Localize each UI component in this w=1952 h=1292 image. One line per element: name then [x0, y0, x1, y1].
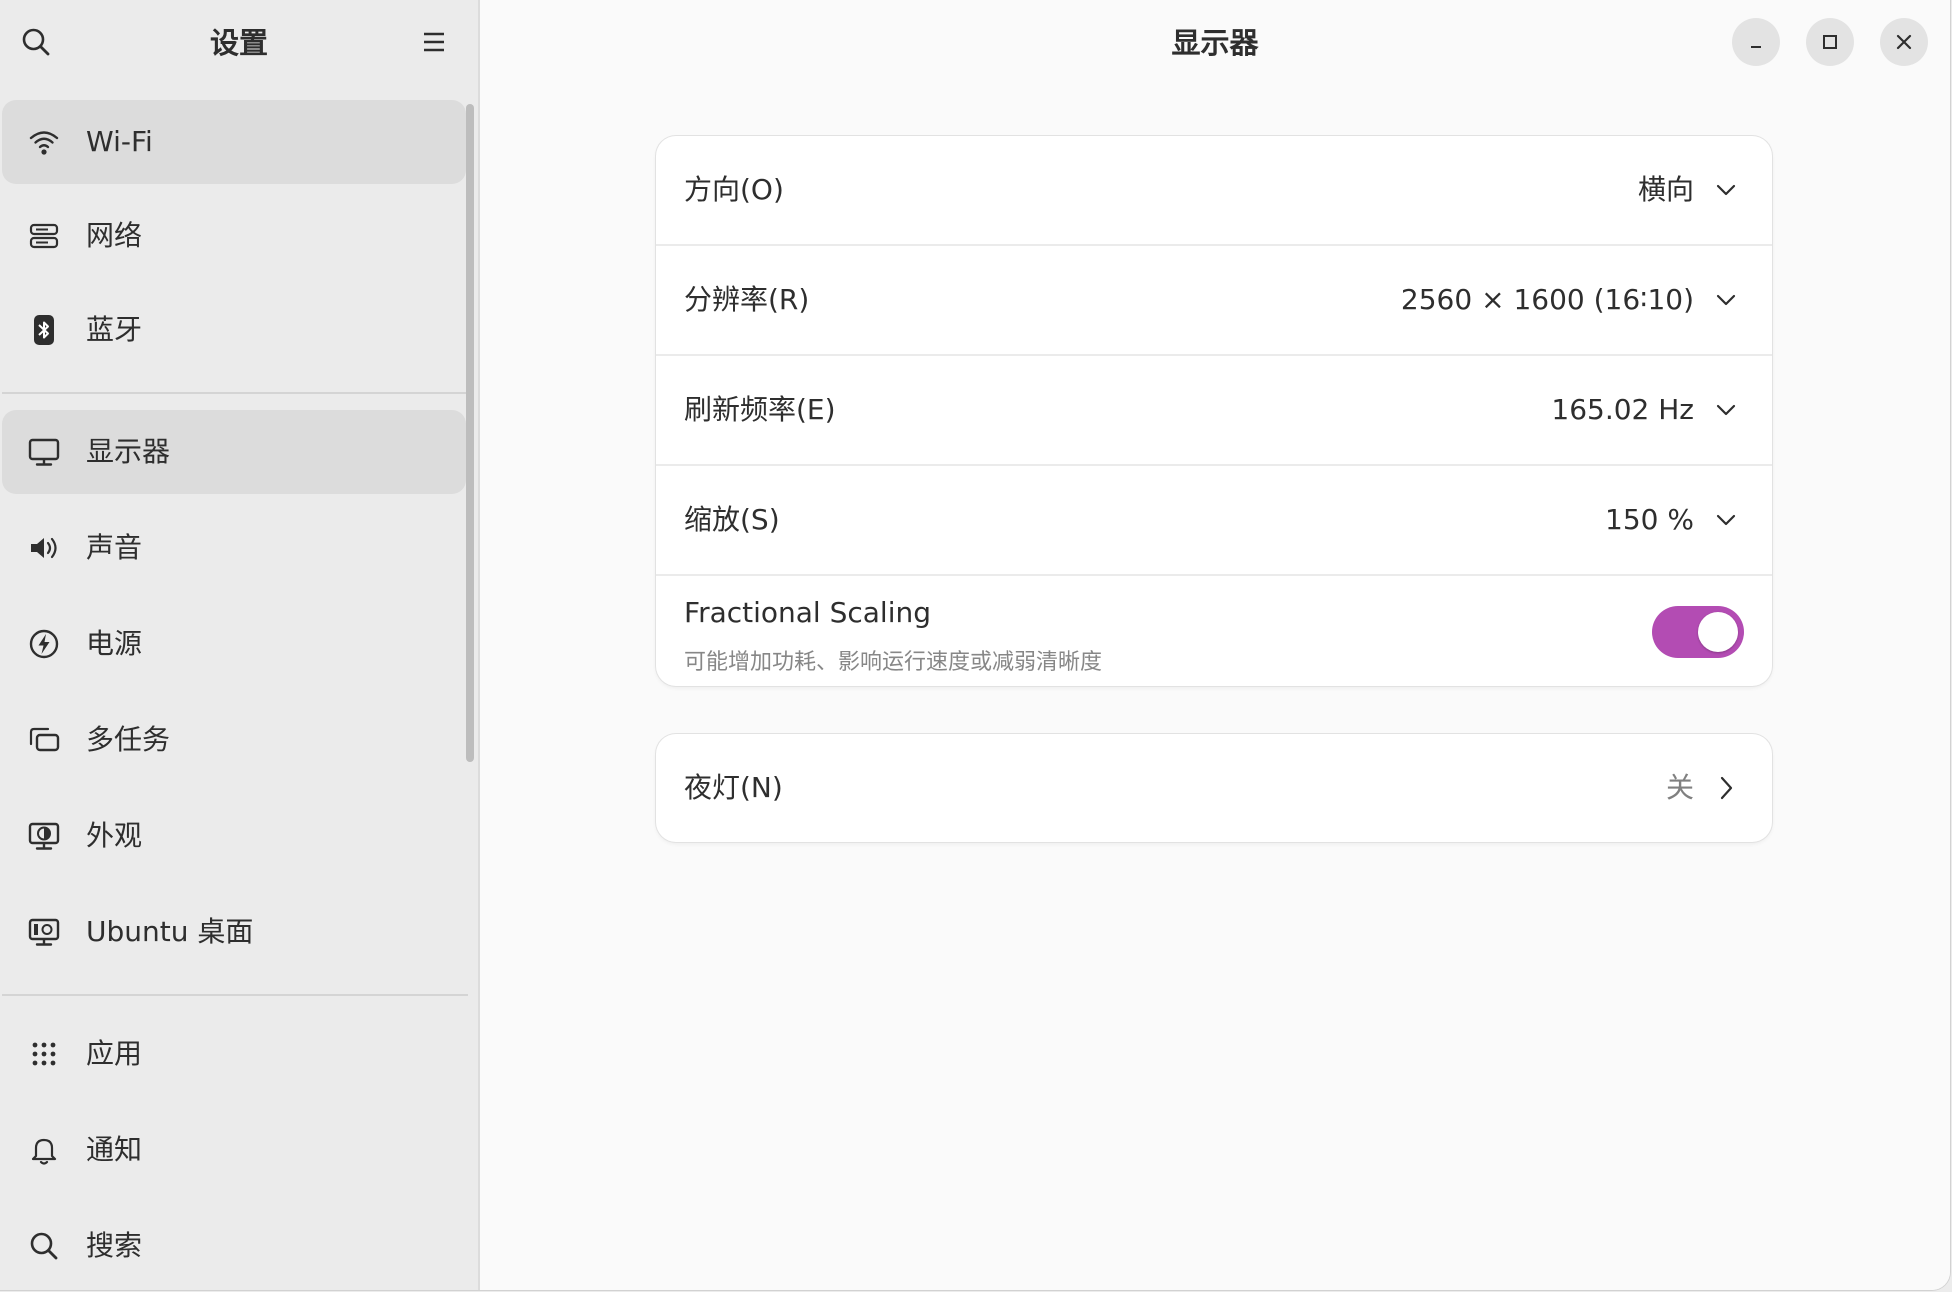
sidebar-item-label: 显示器	[86, 435, 171, 468]
sidebar-item-label: 搜索	[86, 1229, 143, 1262]
sidebar-item-search[interactable]: 搜索	[2, 1204, 466, 1288]
scale-value: 150 %	[1605, 503, 1694, 536]
resolution-value: 2560 × 1600 (16∶10)	[1400, 283, 1694, 316]
maximize-button[interactable]	[1806, 18, 1854, 66]
displays-page: 显示器 方向(O) 横向 分辨率(R) 2560 × 1600 (16∶10) …	[480, 0, 1950, 1290]
maximize-icon	[1823, 35, 1837, 49]
chevron-down-icon	[1716, 184, 1736, 196]
bluetooth-icon	[34, 315, 54, 345]
ubuntu-desktop-icon	[28, 918, 60, 946]
chevron-down-icon	[1716, 514, 1736, 526]
sidebar-separator	[2, 994, 468, 996]
fractional-scaling-subtitle: 可能增加功耗、影响运行速度或减弱清晰度	[684, 650, 1103, 675]
sidebar-item-label: 蓝牙	[86, 313, 143, 346]
sidebar-item-sound[interactable]: 声音	[2, 506, 466, 590]
sidebar-item-label: 网络	[86, 219, 143, 252]
sidebar-header: 设置	[0, 0, 478, 86]
sidebar-item-bluetooth[interactable]: 蓝牙	[2, 288, 466, 372]
settings-window: 设置 Wi-Fi 网络 蓝牙 显示器 声音 电源 多任务 外观 Ubuntu 桌…	[0, 0, 1950, 1290]
apps-grid-icon	[32, 1042, 56, 1066]
resolution-row[interactable]: 分辨率(R) 2560 × 1600 (16∶10)	[656, 246, 1772, 354]
night-light-label: 夜灯(N)	[684, 771, 783, 804]
minimize-button[interactable]	[1732, 18, 1780, 66]
sidebar-item-appearance[interactable]: 外观	[2, 794, 466, 878]
search-icon	[30, 1232, 58, 1260]
search-button[interactable]	[8, 14, 64, 70]
orientation-label: 方向(O)	[684, 173, 784, 206]
display-icon	[28, 438, 60, 466]
minimize-icon	[1751, 46, 1761, 48]
orientation-row[interactable]: 方向(O) 横向	[656, 136, 1772, 244]
bell-icon	[31, 1138, 57, 1165]
power-icon	[29, 629, 59, 659]
sidebar-scrollbar[interactable]	[466, 104, 474, 762]
refresh-rate-value: 165.02 Hz	[1551, 393, 1694, 426]
fractional-scaling-switch[interactable]	[1652, 606, 1744, 658]
sidebar-item-ubuntu-desktop[interactable]: Ubuntu 桌面	[2, 890, 466, 974]
close-icon	[1896, 34, 1912, 50]
chevron-down-icon	[1716, 294, 1736, 306]
search-icon	[22, 28, 50, 56]
close-button[interactable]	[1880, 18, 1928, 66]
hamburger-menu-icon	[424, 32, 444, 52]
multitasking-icon	[29, 727, 60, 752]
sidebar-item-label: 通知	[86, 1133, 143, 1166]
resolution-label: 分辨率(R)	[684, 283, 810, 316]
sidebar-item-network[interactable]: 网络	[2, 194, 466, 278]
sidebar-item-label: 电源	[86, 627, 143, 660]
speaker-icon	[31, 537, 57, 559]
main-menu-button[interactable]	[406, 14, 462, 70]
orientation-value: 横向	[1637, 173, 1694, 206]
sidebar-item-multitasking[interactable]: 多任务	[2, 698, 466, 782]
wifi-icon	[29, 131, 59, 155]
page-title: 显示器	[1171, 26, 1259, 60]
sidebar-item-label: 应用	[86, 1037, 143, 1070]
night-light-card: 夜灯(N) 关	[656, 734, 1772, 842]
refresh-rate-row[interactable]: 刷新频率(E) 165.02 Hz	[656, 356, 1772, 464]
night-light-row[interactable]: 夜灯(N) 关	[656, 734, 1772, 842]
network-icon	[29, 223, 59, 249]
scale-row[interactable]: 缩放(S) 150 %	[656, 466, 1772, 574]
chevron-right-icon	[1720, 776, 1733, 800]
sidebar-item-label: 声音	[86, 531, 143, 564]
sidebar-separator	[2, 392, 468, 394]
sidebar-item-notifications[interactable]: 通知	[2, 1108, 466, 1192]
sidebar-item-label: 外观	[86, 819, 143, 852]
refresh-rate-label: 刷新频率(E)	[684, 393, 836, 426]
switch-knob	[1698, 612, 1738, 652]
sidebar-item-label: Wi-Fi	[86, 125, 153, 158]
sidebar-item-displays[interactable]: 显示器	[2, 410, 466, 494]
sidebar-item-label: Ubuntu 桌面	[86, 915, 254, 948]
fractional-scaling-row: Fractional Scaling 可能增加功耗、影响运行速度或减弱清晰度	[656, 576, 1772, 686]
sidebar: 设置 Wi-Fi 网络 蓝牙 显示器 声音 电源 多任务 外观 Ubuntu 桌…	[0, 0, 480, 1290]
sidebar-item-power[interactable]: 电源	[2, 602, 466, 686]
night-light-status: 关	[1665, 771, 1694, 804]
sidebar-item-apps[interactable]: 应用	[2, 1012, 466, 1096]
sidebar-item-label: 多任务	[86, 723, 171, 756]
sidebar-item-wifi[interactable]: Wi-Fi	[2, 100, 466, 184]
display-settings-card: 方向(O) 横向 分辨率(R) 2560 × 1600 (16∶10) 刷新频率…	[656, 136, 1772, 686]
appearance-icon	[28, 822, 60, 850]
chevron-down-icon	[1716, 404, 1736, 416]
scale-label: 缩放(S)	[684, 503, 780, 536]
fractional-scaling-title: Fractional Scaling	[684, 596, 932, 629]
